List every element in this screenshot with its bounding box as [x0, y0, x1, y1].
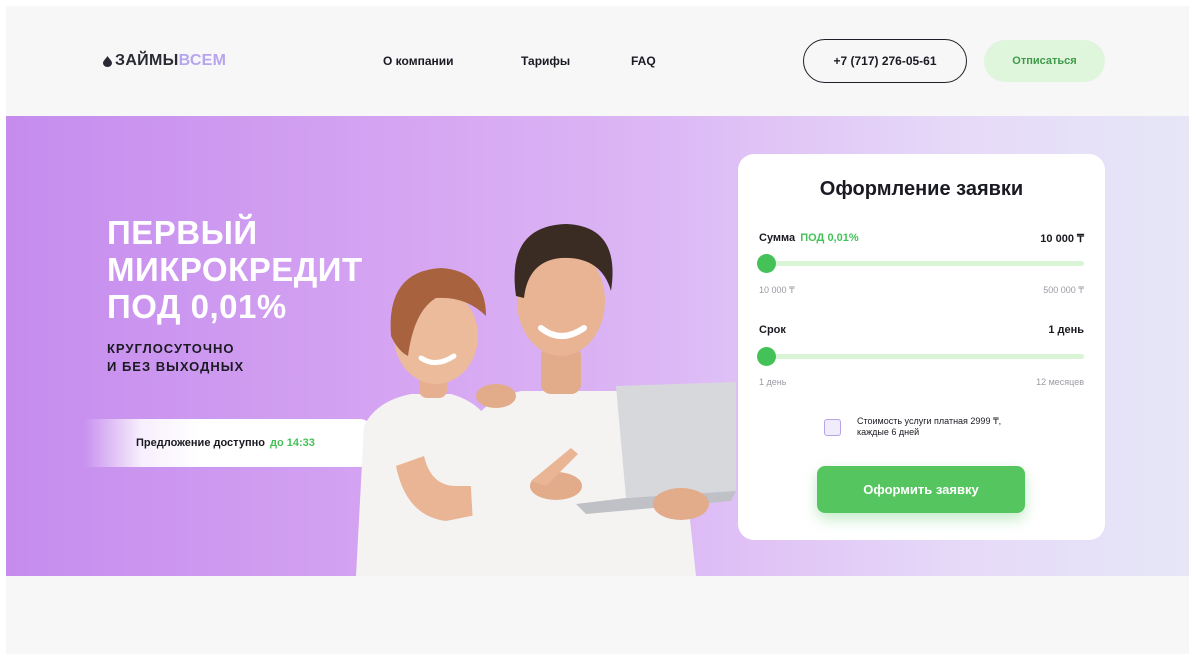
application-form: Оформление заявки Сумма ПОД 0,01% 10 000… [738, 154, 1105, 540]
logo-drop-icon [103, 55, 112, 67]
form-title: Оформление заявки [819, 178, 1024, 200]
amount-min: 10 000 ₸ [759, 285, 795, 295]
phone-button[interactable]: +7 (717) 276-05-61 [803, 39, 967, 83]
nav-about[interactable]: О компании [383, 54, 454, 68]
fee-checkbox[interactable] [824, 419, 841, 436]
amount-slider-thumb[interactable] [757, 254, 776, 273]
page: ЗАЙМЫ ВСЕМ О компании Тарифы FAQ +7 (717… [6, 6, 1189, 654]
hero-subtitle-line: И БЕЗ ВЫХОДНЫХ [107, 359, 245, 374]
amount-label: Сумма ПОД 0,01% [759, 232, 859, 244]
amount-max: 500 000 ₸ [1043, 285, 1084, 295]
nav-tariffs[interactable]: Тарифы [521, 54, 570, 68]
nav-faq[interactable]: FAQ [631, 54, 656, 68]
amount-label-text: Сумма [759, 232, 796, 244]
logo[interactable]: ЗАЙМЫ ВСЕМ [103, 52, 226, 70]
offer-text: Предложение доступно [136, 437, 265, 449]
hero-subtitle-line: КРУГЛОСУТОЧНО [107, 341, 235, 356]
term-value: 1 день [1048, 324, 1084, 336]
logo-text-primary: ЗАЙМЫ [115, 52, 179, 69]
term-min: 1 день [759, 377, 787, 387]
term-slider[interactable] [757, 347, 1084, 366]
header: ЗАЙМЫ ВСЕМ О компании Тарифы FAQ +7 (717… [6, 6, 1189, 116]
offer-time: до 14:33 [269, 437, 315, 449]
amount-value: 10 000 ₸ [1040, 233, 1084, 245]
amount-rate: ПОД 0,01% [800, 232, 859, 244]
submit-button[interactable]: Оформить заявку [817, 466, 1025, 513]
term-label: Срок [759, 324, 786, 336]
term-max: 12 месяцев [1036, 377, 1084, 387]
unsubscribe-button[interactable]: Отписаться [984, 40, 1105, 82]
amount-slider[interactable] [757, 254, 1084, 273]
people-illustration [356, 224, 736, 576]
offer-banner: Предложение доступно до 14:33 [84, 419, 372, 467]
hero: ПЕРВЫЙ МИКРОКРЕДИТ ПОД 0,01% КРУГЛОСУТОЧ… [6, 116, 1189, 576]
fee-checkbox-label: Стоимость услуги платная 2999 ₸, каждые … [857, 416, 1002, 437]
hero-subtitle: КРУГЛОСУТОЧНО И БЕЗ ВЫХОДНЫХ [107, 340, 327, 376]
term-slider-thumb[interactable] [757, 347, 776, 366]
logo-text-secondary: ВСЕМ [178, 52, 227, 69]
